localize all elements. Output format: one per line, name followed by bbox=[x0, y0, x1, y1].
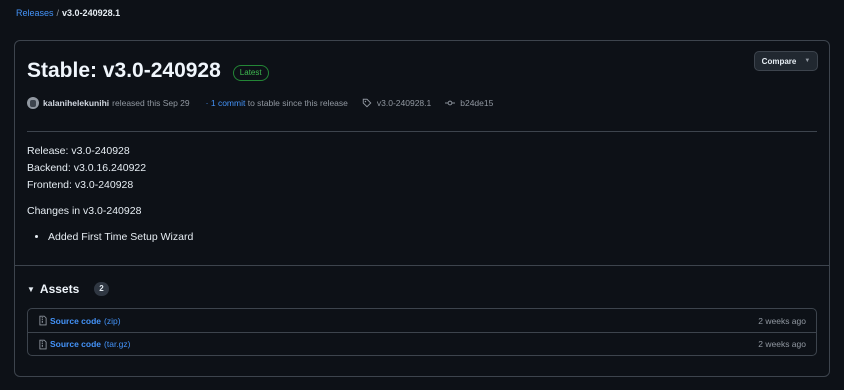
asset-targz-link[interactable]: Source code (tar.gz) bbox=[38, 339, 130, 350]
commit-sha-link[interactable]: b24de15 bbox=[460, 97, 493, 109]
asset-date: 2 weeks ago bbox=[758, 339, 806, 349]
released-text: released this Sep 29 bbox=[112, 98, 190, 108]
author-link[interactable]: kalanihelekunihi bbox=[43, 97, 109, 109]
breadcrumb-separator: / bbox=[56, 8, 60, 18]
notes-line-backend: Backend: v3.0.16.240922 bbox=[27, 162, 147, 174]
breadcrumb-current: v3.0-240928.1 bbox=[62, 8, 121, 18]
assets-toggle[interactable]: ▼ Assets 2 bbox=[27, 282, 109, 296]
assets-section: ▼ Assets 2 Source code (zip) 2 weeks ago bbox=[15, 265, 829, 376]
compare-button[interactable]: Compare ▼ bbox=[754, 51, 818, 71]
changes-list: Added First Time Setup Wizard bbox=[27, 229, 193, 246]
file-zip-icon bbox=[38, 315, 48, 326]
commits-link[interactable]: 1 commit bbox=[211, 98, 245, 108]
triangle-down-icon: ▼ bbox=[27, 284, 35, 294]
release-title-row: Stable: v3.0-240928 Latest bbox=[27, 57, 269, 85]
avatar[interactable] bbox=[27, 97, 39, 109]
release-meta: kalanihelekunihi released this Sep 29 · … bbox=[27, 97, 493, 109]
git-commit-icon bbox=[445, 98, 456, 108]
notes-line-frontend: Frontend: v3.0-240928 bbox=[27, 179, 134, 191]
assets-title: Assets bbox=[39, 282, 80, 296]
file-zip-icon bbox=[38, 339, 48, 350]
asset-date: 2 weeks ago bbox=[758, 315, 806, 326]
asset-zip-link[interactable]: Source code (zip) bbox=[38, 315, 121, 326]
breadcrumb: Releases / v3.0-240928.1 bbox=[16, 7, 120, 19]
asset-row: Source code (zip) 2 weeks ago bbox=[28, 309, 816, 332]
changes-list-item: Added First Time Setup Wizard bbox=[48, 229, 193, 246]
release-title: Stable: v3.0-240928 bbox=[27, 59, 221, 82]
asset-ext: (zip) bbox=[104, 315, 121, 326]
latest-badge: Latest bbox=[232, 65, 269, 81]
commits-prefix: · bbox=[205, 98, 209, 108]
tag-link[interactable]: v3.0-240928.1 bbox=[377, 97, 431, 109]
release-notes: Release: v3.0-240928 Backend: v3.0.16.24… bbox=[27, 143, 193, 246]
commits-info: · 1 commit to stable since this release bbox=[206, 97, 348, 109]
asset-ext: (tar.gz) bbox=[104, 339, 131, 349]
triangle-down-icon: ▼ bbox=[804, 58, 811, 64]
commits-suffix: to stable since this release bbox=[247, 98, 348, 108]
release-card: Stable: v3.0-240928 Latest Compare ▼ kal… bbox=[14, 40, 830, 377]
asset-name: Source code bbox=[50, 339, 102, 349]
assets-list: Source code (zip) 2 weeks ago Source cod… bbox=[27, 308, 817, 356]
compare-button-label: Compare bbox=[761, 56, 797, 66]
divider bbox=[27, 131, 817, 132]
asset-name: Source code bbox=[50, 315, 102, 326]
assets-count-badge: 2 bbox=[94, 282, 109, 296]
notes-line-release: Release: v3.0-240928 bbox=[27, 145, 130, 157]
tag-icon bbox=[362, 98, 372, 108]
breadcrumb-releases-link[interactable]: Releases bbox=[16, 8, 54, 18]
changes-heading: Changes in v3.0-240928 bbox=[27, 205, 142, 217]
asset-row: Source code (tar.gz) 2 weeks ago bbox=[28, 332, 816, 355]
